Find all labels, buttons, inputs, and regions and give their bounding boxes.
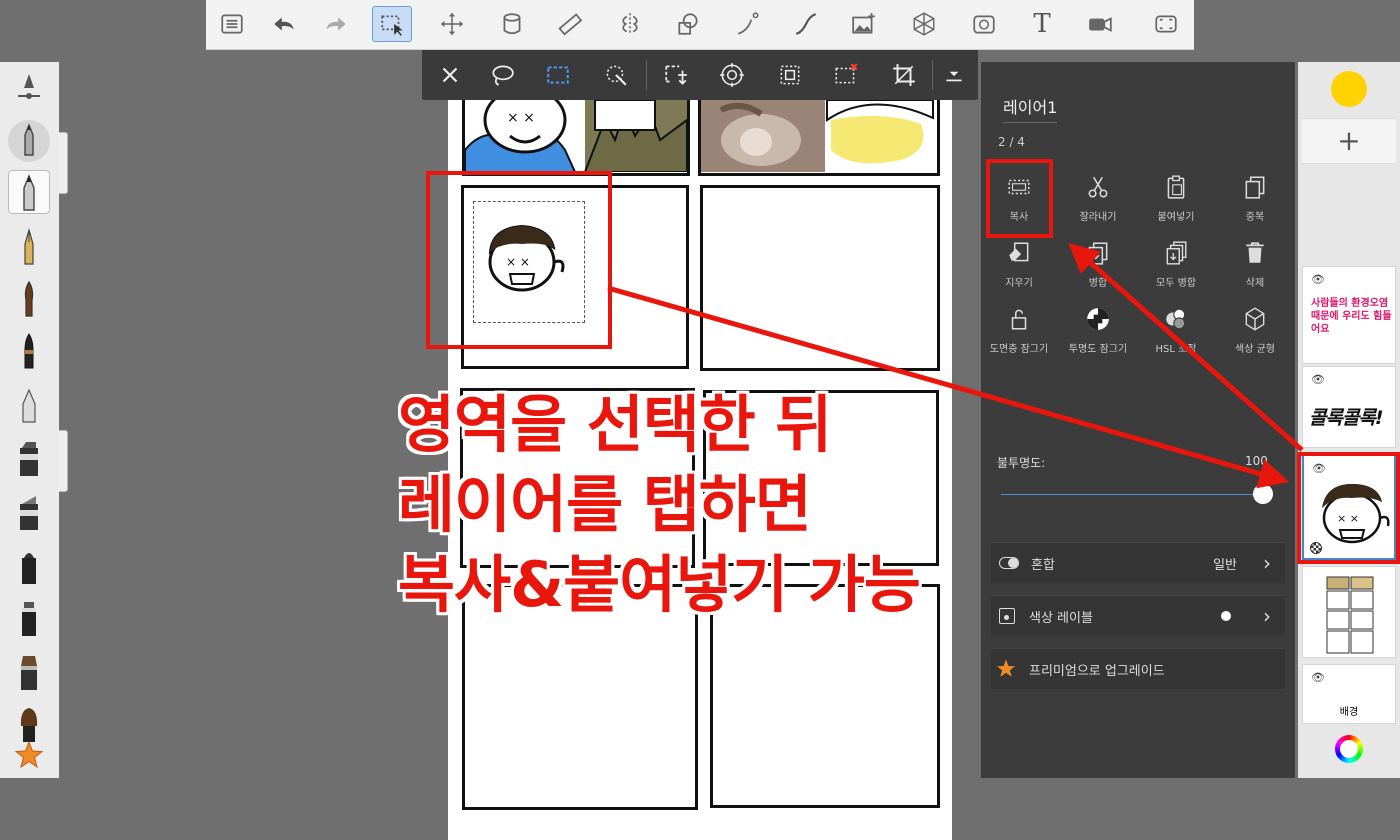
annotation-line-1: 영역을 선택한 뒤	[398, 388, 832, 461]
arrow-to-copy	[1068, 243, 1304, 452]
annotation-line-3: 복사&붙여넣기 가능	[398, 548, 921, 621]
annotation-line-2: 레이어를 탭하면	[398, 468, 812, 541]
